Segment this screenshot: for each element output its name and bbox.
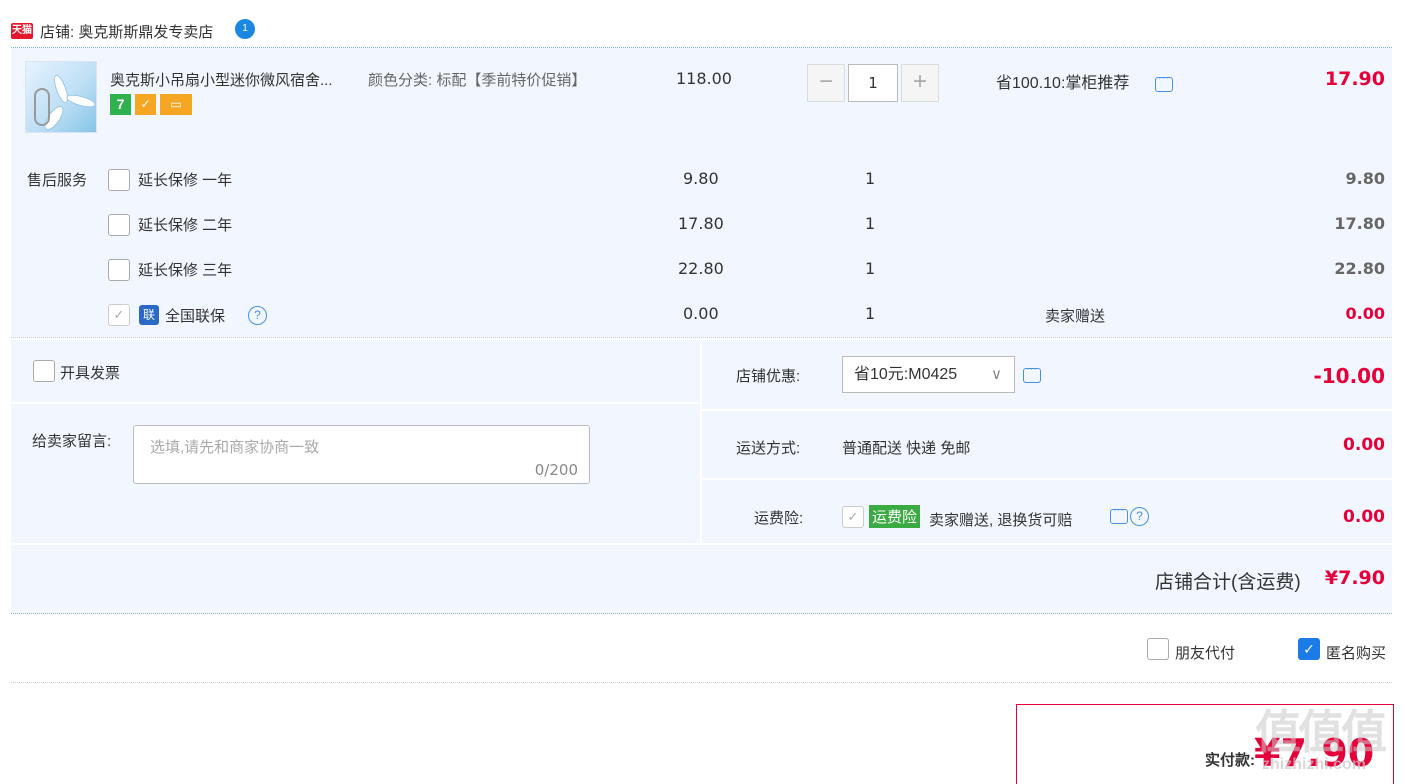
- item-promo: 省100.10:掌柜推荐: [996, 75, 1130, 92]
- friend-pay-label: 朋友代付: [1175, 645, 1236, 662]
- anonymous-label: 匿名购买: [1326, 645, 1387, 662]
- message-counter: 0/200: [534, 461, 578, 479]
- quantity-increase-button[interactable]: +: [901, 64, 939, 102]
- discount-select[interactable]: 省10元:M0425 ∨: [842, 356, 1015, 393]
- insurance-label: 运费险:: [754, 510, 804, 527]
- panel-divider: [702, 409, 1392, 411]
- service-price: 17.80: [678, 214, 724, 233]
- help-icon[interactable]: ?: [248, 306, 267, 325]
- service-price: 9.80: [683, 169, 719, 188]
- wangwang-chat-icon[interactable]: 1: [235, 19, 255, 39]
- invoice-label: 开具发票: [60, 365, 121, 382]
- store-total-label: 店铺合计(含运费): [1155, 572, 1301, 593]
- discount-label: 店铺优惠:: [736, 368, 801, 385]
- service-checkbox-3yr[interactable]: [108, 259, 130, 281]
- anonymous-checkbox[interactable]: ✓: [1298, 638, 1320, 660]
- service-qty: 1: [865, 214, 876, 233]
- friend-pay-checkbox[interactable]: [1147, 638, 1169, 660]
- service-qty: 1: [865, 304, 876, 323]
- service-price: 0.00: [683, 304, 719, 323]
- total-divider: [11, 613, 1392, 614]
- shipping-amount: 0.00: [1343, 435, 1385, 455]
- service-checkbox-1yr[interactable]: [108, 169, 130, 191]
- shipping-value: 普通配送 快递 免邮: [842, 440, 971, 457]
- service-name: 延长保修 二年: [138, 217, 233, 234]
- invoice-checkbox[interactable]: [33, 360, 55, 382]
- site-watermark: 值值值: [1255, 706, 1387, 758]
- service-label: 售后服务: [27, 172, 88, 189]
- insurance-badge: 运费险: [869, 505, 921, 528]
- seller-message-input[interactable]: 选填,请先和商家协商一致 0/200: [133, 425, 590, 484]
- store-name[interactable]: 店铺: 奥克斯斯鼎发专卖店: [40, 21, 213, 42]
- tmall-badge: 天猫: [11, 23, 33, 39]
- shipping-label: 运送方式:: [736, 440, 801, 457]
- service-name: 延长保修 三年: [138, 262, 233, 279]
- insurance-comment-icon[interactable]: [1110, 504, 1128, 524]
- panel-divider: [11, 402, 700, 404]
- product-thumbnail[interactable]: [25, 61, 97, 133]
- card-pay-icon: ▭: [160, 94, 192, 115]
- service-name: 延长保修 一年: [138, 172, 233, 189]
- item-divider: [11, 337, 1392, 338]
- help-icon[interactable]: ?: [1130, 507, 1149, 526]
- service-total: 22.80: [1334, 259, 1385, 278]
- discount-value: 省10元:M0425: [854, 366, 958, 383]
- quantity-input[interactable]: 1: [848, 64, 898, 102]
- service-price: 22.80: [678, 259, 724, 278]
- service-total: 17.80: [1334, 214, 1385, 233]
- service-total: 0.00: [1345, 304, 1385, 323]
- item-subtotal: 17.90: [1324, 68, 1385, 90]
- product-sku: 颜色分类: 标配【季前特价促销】: [368, 72, 587, 89]
- service-total: 9.80: [1345, 169, 1385, 188]
- discount-amount: -10.00: [1313, 364, 1385, 388]
- product-service-icons: 7 ✓ ▭: [110, 94, 196, 115]
- unit-price: 118.00: [676, 69, 732, 88]
- options-divider: [11, 682, 1392, 683]
- message-placeholder: 选填,请先和商家协商一致: [150, 439, 320, 456]
- service-qty: 1: [865, 169, 876, 188]
- product-title[interactable]: 奥克斯小吊扇小型迷你微风宿舍...: [110, 69, 333, 90]
- national-warranty-icon: 联: [139, 305, 159, 325]
- insurance-checkbox: ✓: [842, 506, 864, 528]
- quantity-decrease-button[interactable]: −: [807, 64, 845, 102]
- chevron-down-icon: ∨: [991, 366, 1002, 383]
- insurance-text: 卖家赠送, 退换货可赔: [929, 512, 1073, 529]
- discount-comment-icon[interactable]: [1023, 363, 1041, 383]
- insurance-amount: 0.00: [1343, 507, 1385, 527]
- service-qty: 1: [865, 259, 876, 278]
- service-checkbox-warranty: ✓: [108, 304, 130, 326]
- panel-divider: [702, 478, 1392, 480]
- service-name: 全国联保: [165, 308, 226, 325]
- store-total-amount: ¥7.90: [1324, 567, 1385, 589]
- guarantee-icon: ✓: [135, 94, 156, 115]
- payment-label: 实付款:: [1205, 752, 1255, 769]
- service-note: 卖家赠送: [1045, 308, 1106, 325]
- item-block: [11, 48, 1392, 338]
- promo-comment-icon[interactable]: [1155, 72, 1173, 92]
- seven-day-return-icon: 7: [110, 94, 131, 115]
- message-label: 给卖家留言:: [32, 433, 112, 450]
- site-watermark-url: zhizhizhi.com: [1262, 756, 1366, 773]
- service-checkbox-2yr[interactable]: [108, 214, 130, 236]
